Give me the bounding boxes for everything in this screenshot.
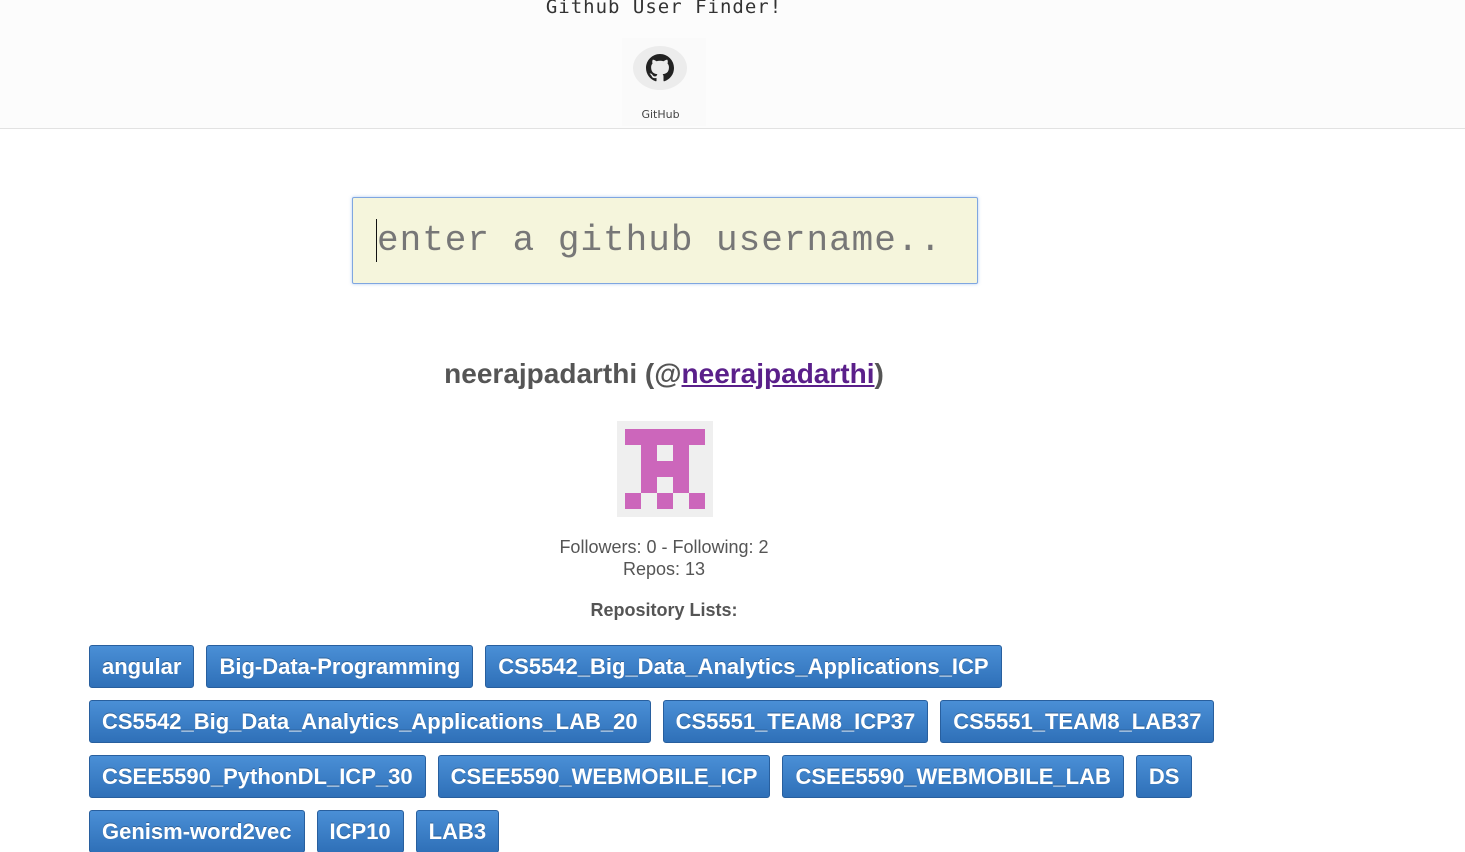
- app-title: Github User Finder!: [545, 0, 783, 18]
- following-count: 2: [758, 537, 769, 557]
- github-link[interactable]: GitHub: [622, 38, 706, 126]
- repo-button[interactable]: ICP10: [316, 810, 404, 852]
- repo-stats: Repos: 13: [622, 559, 706, 579]
- user-profile-link[interactable]: neerajpadarthi: [682, 358, 875, 389]
- repo-button[interactable]: CS5542_Big_Data_Analytics_Applications_I…: [485, 645, 1002, 688]
- user-suffix: ): [874, 358, 884, 389]
- repo-button[interactable]: CSEE5590_WEBMOBILE_LAB: [782, 755, 1124, 798]
- repo-button[interactable]: CS5551_TEAM8_LAB37: [940, 700, 1215, 743]
- repos-count: 13: [685, 559, 706, 579]
- followers-count: 0: [646, 537, 657, 557]
- app-header: Github User Finder! GitHub: [0, 0, 1465, 129]
- user-heading: neerajpadarthi (@neerajpadarthi): [0, 358, 1328, 390]
- github-label: GitHub: [641, 108, 680, 121]
- username-search-input[interactable]: [352, 197, 978, 284]
- repository-list-heading: Repository Lists:: [590, 600, 738, 620]
- repo-button[interactable]: LAB3: [415, 810, 500, 852]
- user-at-prefix: (@: [637, 358, 682, 389]
- user-display-name: neerajpadarthi: [444, 358, 638, 389]
- repo-button[interactable]: CS5542_Big_Data_Analytics_Applications_L…: [89, 700, 651, 743]
- identicon-image: [625, 429, 705, 509]
- github-octocat-icon: [633, 46, 687, 90]
- text-caret: [376, 219, 377, 262]
- repo-button[interactable]: angular: [89, 645, 195, 688]
- avatar: [617, 421, 713, 517]
- repo-button[interactable]: CSEE5590_PythonDL_ICP_30: [89, 755, 426, 798]
- repo-button[interactable]: CS5551_TEAM8_ICP37: [662, 700, 929, 743]
- repo-button[interactable]: CSEE5590_WEBMOBILE_ICP: [437, 755, 771, 798]
- follow-stats: Followers: 0 - Following: 2: [559, 537, 769, 557]
- user-stats: Followers: 0 - Following: 2 Repos: 13: [0, 536, 1328, 580]
- repository-list: angular Big-Data-Programming CS5542_Big_…: [89, 645, 1289, 852]
- repo-button[interactable]: Big-Data-Programming: [206, 645, 474, 688]
- repo-button[interactable]: DS: [1135, 755, 1193, 798]
- repo-button[interactable]: Genism-word2vec: [89, 810, 305, 852]
